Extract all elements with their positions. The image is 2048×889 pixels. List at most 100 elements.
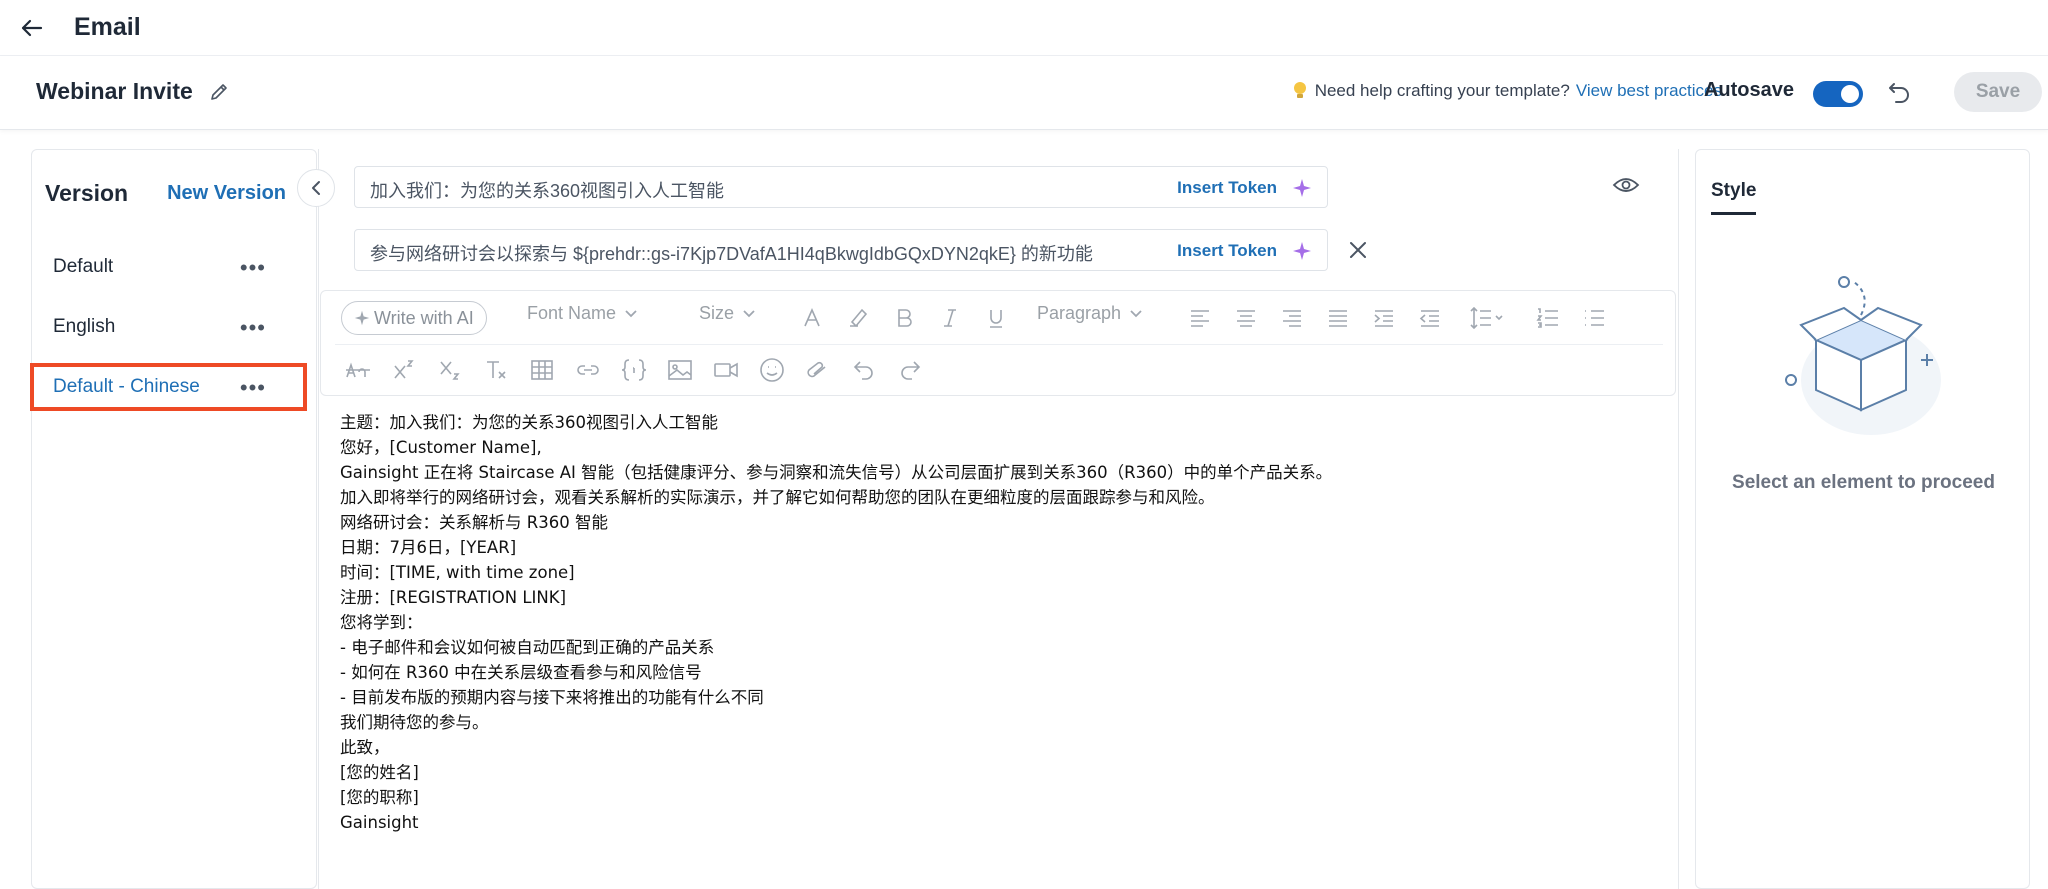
body-line: 加入即将举行的网络研讨会，观看关系解析的实际演示，并了解它如何帮助您的团队在更细…: [340, 488, 1215, 507]
tab-style[interactable]: Style: [1711, 180, 1757, 215]
superscript-icon[interactable]: [389, 355, 419, 385]
body-line: 此致，: [340, 738, 390, 757]
align-justify-icon[interactable]: [1323, 303, 1353, 333]
write-with-ai-button[interactable]: Write with AI: [341, 301, 487, 335]
style-panel: Style Select an element to proceed: [1695, 149, 2030, 889]
back-arrow-icon[interactable]: [18, 14, 46, 42]
save-button[interactable]: Save: [1954, 72, 2042, 112]
paragraph-dropdown[interactable]: Paragraph: [1037, 303, 1143, 324]
help-text: Need help crafting your template?: [1314, 81, 1570, 100]
empty-state-message: Select an element to proceed: [1732, 472, 1995, 493]
body-line: [您的姓名]: [340, 763, 419, 782]
video-icon[interactable]: [711, 355, 741, 385]
body-line: 注册：[REGISTRATION LINK]: [340, 588, 567, 607]
revert-icon[interactable]: [1886, 78, 1916, 108]
body-line: 我们期待您的参与。: [340, 713, 489, 732]
new-version-button[interactable]: New Version: [167, 182, 286, 205]
font-name-label: Font Name: [527, 303, 617, 323]
highlight-icon[interactable]: [843, 303, 873, 333]
template-header: Webinar Invite Need help crafting your t…: [0, 56, 2048, 130]
version-item-label: Default - Chinese: [53, 376, 200, 397]
indent-icon[interactable]: [1369, 303, 1399, 333]
strikethrough-icon[interactable]: [343, 355, 373, 385]
editor-border-right: [1678, 149, 1679, 889]
body-line: Gainsight: [340, 813, 419, 832]
page-title: Email: [74, 13, 141, 41]
sparkle-icon[interactable]: [1292, 178, 1312, 198]
body-line: - 电子邮件和会议如何被自动匹配到正确的产品关系: [340, 638, 715, 657]
link-icon[interactable]: [573, 355, 603, 385]
preheader-field[interactable]: 参与网络研讨会以探索与 ${prehdr::gs-i7Kjp7DVafA1HI4…: [354, 229, 1328, 271]
write-with-ai-label: Write with AI: [374, 307, 474, 328]
bulleted-list-icon[interactable]: [1579, 303, 1609, 333]
insert-token-button[interactable]: Insert Token: [1177, 178, 1277, 198]
align-left-icon[interactable]: [1185, 303, 1215, 333]
font-color-icon[interactable]: [797, 303, 827, 333]
redo-icon[interactable]: [895, 355, 925, 385]
version-item-default[interactable]: Default •••: [32, 245, 302, 289]
toggle-knob: [1841, 85, 1859, 103]
version-item-label: English: [53, 316, 116, 337]
help-hint: Need help crafting your template? View b…: [1291, 80, 1722, 102]
preview-eye-icon[interactable]: [1612, 175, 1640, 197]
chevron-down-icon: [625, 309, 637, 317]
more-options-icon[interactable]: •••: [240, 315, 266, 341]
subscript-icon[interactable]: [435, 355, 465, 385]
bold-icon[interactable]: [889, 303, 919, 333]
email-body-editor[interactable]: 主题：加入我们：为您的关系360视图引入人工智能 您好，[Customer Na…: [340, 410, 1660, 835]
body-line: 主题：加入我们：为您的关系360视图引入人工智能: [340, 413, 718, 432]
numbered-list-icon[interactable]: [1533, 303, 1563, 333]
preheader-text: 参与网络研讨会以探索与 ${prehdr::gs-i7Kjp7DVafA1HI4…: [370, 244, 1093, 264]
font-size-label: Size: [699, 303, 735, 323]
template-name: Webinar Invite: [36, 78, 193, 104]
version-panel: Version New Version Default ••• English …: [30, 149, 317, 889]
table-icon[interactable]: [527, 355, 557, 385]
top-bar: Email: [0, 0, 2048, 56]
underline-icon[interactable]: [981, 303, 1011, 333]
body-line: - 目前发布版的预期内容与接下来将推出的功能有什么不同: [340, 688, 764, 707]
autosave-label: Autosave: [1703, 79, 1794, 101]
more-options-icon[interactable]: •••: [240, 255, 266, 281]
outdent-icon[interactable]: [1415, 303, 1445, 333]
chevron-down-icon: [743, 309, 755, 317]
body-line: 您好，[Customer Name],: [340, 438, 542, 457]
sparkle-icon: [354, 310, 370, 326]
lightbulb-icon: [1293, 82, 1306, 98]
version-item-english[interactable]: English •••: [32, 305, 302, 349]
pencil-icon[interactable]: [208, 81, 232, 105]
open-box-icon: [1785, 276, 1941, 435]
more-options-icon[interactable]: •••: [240, 375, 266, 401]
chevron-down-icon: [1130, 309, 1142, 317]
align-right-icon[interactable]: [1277, 303, 1307, 333]
clear-formatting-icon[interactable]: [481, 355, 511, 385]
body-line: 您将学到：: [340, 613, 423, 632]
collapse-panel-button[interactable]: [297, 169, 335, 207]
align-center-icon[interactable]: [1231, 303, 1261, 333]
font-size-dropdown[interactable]: Size: [699, 303, 756, 324]
attachment-icon[interactable]: [803, 355, 833, 385]
body-line: 时间：[TIME, with time zone]: [340, 563, 575, 582]
body-line: - 如何在 R360 中在关系层级查看参与和风险信号: [340, 663, 702, 682]
version-title: Version: [45, 180, 129, 206]
version-item-label: Default: [53, 256, 114, 277]
body-line: Gainsight 正在将 Staircase AI 智能（包括健康评分、参与洞…: [340, 463, 1333, 482]
token-braces-icon[interactable]: [619, 355, 649, 385]
paragraph-label: Paragraph: [1037, 303, 1122, 323]
close-icon[interactable]: [1348, 240, 1370, 262]
body-line: [您的职称]: [340, 788, 419, 807]
toolbar-divider: [335, 344, 1663, 345]
sparkle-icon[interactable]: [1292, 241, 1312, 261]
version-item-default-chinese[interactable]: Default - Chinese •••: [32, 365, 302, 409]
subject-field[interactable]: 加入我们：为您的关系360视图引入人工智能 Insert Token: [354, 166, 1328, 208]
undo-icon[interactable]: [849, 355, 879, 385]
emoji-icon[interactable]: [757, 355, 787, 385]
image-icon[interactable]: [665, 355, 695, 385]
view-best-practices-link[interactable]: View best practices: [1576, 81, 1722, 101]
autosave-toggle[interactable]: [1813, 81, 1863, 107]
editor-toolbar: Write with AI Font Name Size Paragraph: [320, 290, 1676, 396]
italic-icon[interactable]: [935, 303, 965, 333]
line-height-icon[interactable]: [1465, 303, 1509, 333]
editor-border-left: [318, 149, 319, 889]
insert-token-button[interactable]: Insert Token: [1177, 241, 1277, 261]
font-name-dropdown[interactable]: Font Name: [527, 303, 638, 324]
